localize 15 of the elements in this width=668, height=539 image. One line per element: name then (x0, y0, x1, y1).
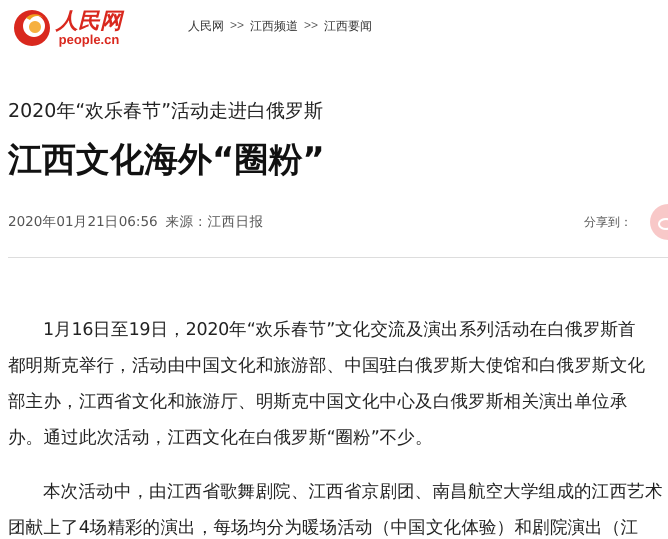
article-paragraph: 1月16日至19日，2020年“欢乐春节”文化交流及演出系列活动在白俄罗斯首都明斯克举行，活动由中国文化和旅游部、中国驻白俄罗斯大使馆和白俄罗斯文化部主办，江西省文化和旅游厅、明斯克中国文化中心及白俄罗斯相关演出单位承办。通过此次活动，江西文化在白俄罗斯“圈粉”不少。 (8, 319, 646, 450)
breadcrumb-separator: >> (230, 18, 244, 34)
logo-swirl-icon (12, 8, 52, 48)
logo-name: 人民网 (56, 9, 122, 33)
article-kicker: 2020年“欢乐春节”活动走进白俄罗斯 (8, 99, 324, 124)
breadcrumb-link[interactable]: 人民网 (188, 18, 224, 34)
logo-domain: people.cn (58, 33, 120, 47)
breadcrumb-separator: >> (304, 18, 318, 34)
share-label: 分享到： (584, 214, 632, 230)
article-title: 江西文化海外“圈粉” (8, 139, 326, 182)
article-paragraph: 本次活动中，由江西省歌舞剧院、江西省京剧团、南昌航空大学组成的江西艺术团献上了4场精彩的演出，每场均分为暖场活动（中国文化体验）和剧院演出（江 (8, 481, 664, 539)
article-source: 来源：江西日报 (166, 213, 264, 231)
breadcrumb-link[interactable]: 江西频道 (250, 18, 298, 34)
breadcrumb-link[interactable]: 江西要闻 (324, 18, 372, 34)
publish-date: 2020年01月21日06:56 (8, 213, 158, 231)
